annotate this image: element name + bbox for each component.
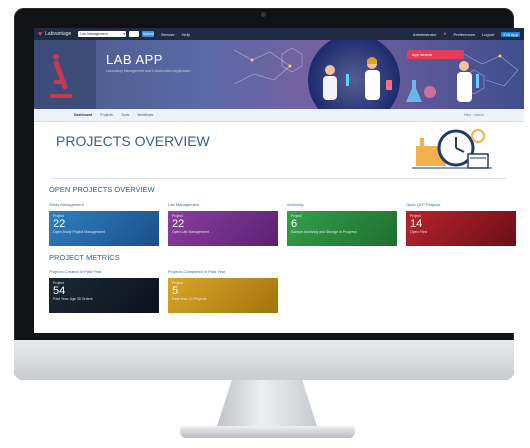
card-desc: Open Study Project Management: [53, 230, 105, 234]
card-projects-completed[interactable]: Project 5 Past Year: 12 Projects: [168, 278, 278, 313]
card-label-study[interactable]: Study Management: [49, 202, 84, 207]
top-navbar: ♥ Labvantage Lab Management Submit Brows…: [34, 28, 524, 40]
divider: [52, 178, 506, 179]
monitor-stand: [216, 380, 318, 428]
app-search-button[interactable]: App search: [407, 50, 464, 59]
app-title: LAB APP: [106, 52, 163, 67]
section-title-open-projects: OPEN PROJECTS OVERVIEW: [49, 185, 155, 194]
card-caption: Project: [53, 214, 64, 218]
nav-link-browse[interactable]: Browse: [161, 32, 174, 37]
app-select[interactable]: Lab Management: [78, 31, 127, 37]
card-label-created[interactable]: Projects Created in Past Year: [49, 269, 101, 274]
app-subtitle: Laboratory Management and Collaboration …: [106, 69, 191, 73]
card-label-qlp[interactable]: Open QLP Projects: [406, 202, 440, 207]
card-value: 14: [410, 218, 423, 230]
monitor-chin: [14, 340, 514, 380]
subnav-right-links[interactable]: Help · Admin: [464, 113, 484, 117]
card-desc: Open: Red: [410, 230, 427, 234]
card-label-archiving[interactable]: Archiving: [287, 202, 303, 207]
camera-icon: [261, 12, 266, 17]
main-content: PROJECTS OVERVIEW OPEN PROJECTS OVERVIEW…: [34, 122, 524, 333]
logout-link[interactable]: Logout: [482, 32, 494, 37]
submit-button[interactable]: Submit: [142, 31, 155, 37]
tab-projects[interactable]: Projects: [100, 113, 113, 117]
card-value: 22: [53, 218, 66, 230]
card-caption: Project: [53, 281, 64, 285]
secondary-select[interactable]: [129, 31, 140, 37]
card-caption: Project: [172, 214, 183, 218]
card-label-lab[interactable]: Lab Management: [168, 202, 199, 207]
card-label-completed[interactable]: Projects Completed in Past Year: [168, 269, 225, 274]
card-lab-management[interactable]: Project 22 Open Lab Management: [168, 211, 278, 246]
heart-logo-icon: ♥: [38, 30, 43, 38]
clock-calendar-icon: [412, 129, 492, 169]
card-open-qlp-projects[interactable]: Project 14 Open: Red: [406, 211, 516, 246]
preferences-link[interactable]: Preferences: [454, 32, 476, 37]
card-projects-created[interactable]: Project 54 Past Year: Age 30 Orders: [49, 278, 159, 313]
card-value: 5: [172, 285, 179, 297]
monitor-base: [180, 426, 355, 438]
exit-app-button[interactable]: Exit App: [501, 31, 520, 37]
monitor-frame: ♥ Labvantage Lab Management Submit Brows…: [14, 8, 524, 380]
card-value: 54: [53, 285, 66, 297]
tab-workflows[interactable]: Workflows: [137, 113, 153, 117]
card-caption: Project: [291, 214, 302, 218]
card-study-management[interactable]: Project 22 Open Study Project Management: [49, 211, 159, 246]
card-desc: Open Lab Management: [172, 230, 209, 234]
hero-banner: LAB APP Laboratory Management and Collab…: [34, 40, 524, 109]
card-archiving[interactable]: Project 6 Sample Archiving and Storage i…: [287, 211, 397, 246]
nav-link-help[interactable]: Help: [182, 32, 190, 37]
brand-name[interactable]: Labvantage: [45, 31, 71, 37]
section-title-project-metrics: PROJECT METRICS: [49, 253, 120, 262]
page-title: PROJECTS OVERVIEW: [56, 133, 210, 149]
card-caption: Project: [410, 214, 421, 218]
card-desc: Past Year: 12 Projects: [172, 297, 207, 301]
card-caption: Project: [172, 281, 183, 285]
tab-tools[interactable]: Tools: [121, 113, 129, 117]
card-desc: Past Year: Age 30 Orders: [53, 297, 93, 301]
card-value: 22: [172, 218, 185, 230]
alert-icon[interactable]: ●: [443, 31, 446, 37]
sub-navbar: Dashboard Projects Tools Workflows Help …: [34, 109, 524, 122]
card-desc: Sample Archiving and Storage in Progress: [291, 230, 357, 234]
user-menu[interactable]: Administrator: [413, 32, 437, 37]
screen: ♥ Labvantage Lab Management Submit Brows…: [34, 28, 524, 333]
card-value: 6: [291, 218, 298, 230]
tab-dashboard[interactable]: Dashboard: [74, 113, 92, 117]
